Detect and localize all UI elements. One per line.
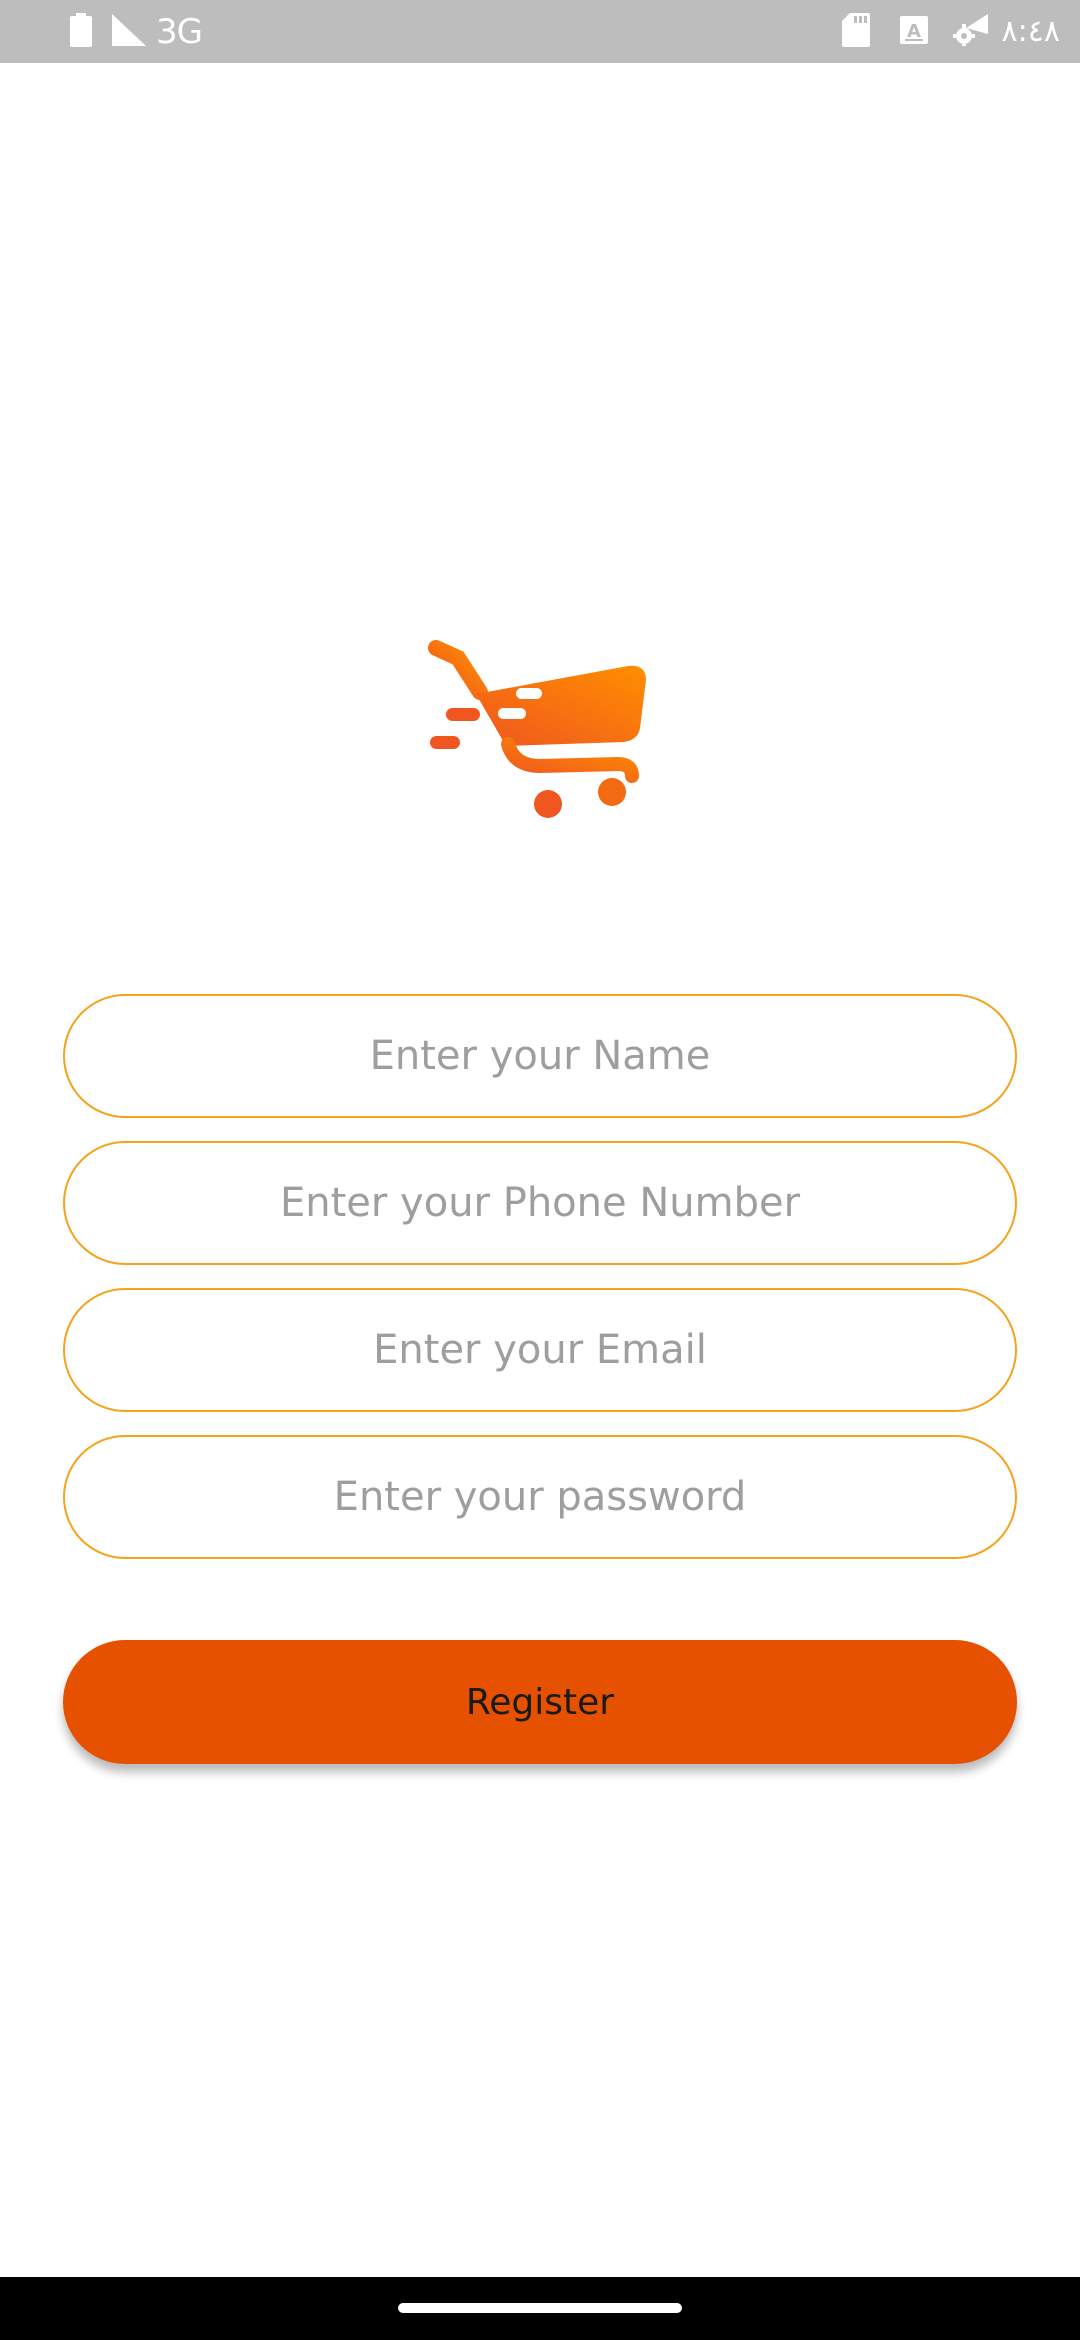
home-indicator[interactable] <box>398 2303 682 2313</box>
status-bar: 3G A ٨:٤٨ <box>0 0 1080 63</box>
settings-wifi-icon <box>952 13 988 50</box>
register-button[interactable]: Register <box>63 1640 1017 1764</box>
signal-icon <box>112 13 146 50</box>
svg-text:A: A <box>907 21 921 42</box>
app-logo <box>428 636 650 824</box>
email-field[interactable] <box>63 1288 1017 1412</box>
navigation-bar <box>0 2277 1080 2340</box>
status-right: A ٨:٤٨ <box>841 0 1060 63</box>
phone-field[interactable] <box>63 1141 1017 1265</box>
keyboard-a-icon: A <box>899 15 928 48</box>
status-left: 3G <box>70 0 203 63</box>
password-field[interactable] <box>63 1435 1017 1559</box>
shopping-cart-icon <box>428 640 646 818</box>
network-type-label: 3G <box>156 11 203 52</box>
sd-card-icon <box>841 12 870 51</box>
battery-icon <box>70 12 92 51</box>
status-time: ٨:٤٨ <box>1001 14 1060 49</box>
name-field[interactable] <box>63 994 1017 1118</box>
